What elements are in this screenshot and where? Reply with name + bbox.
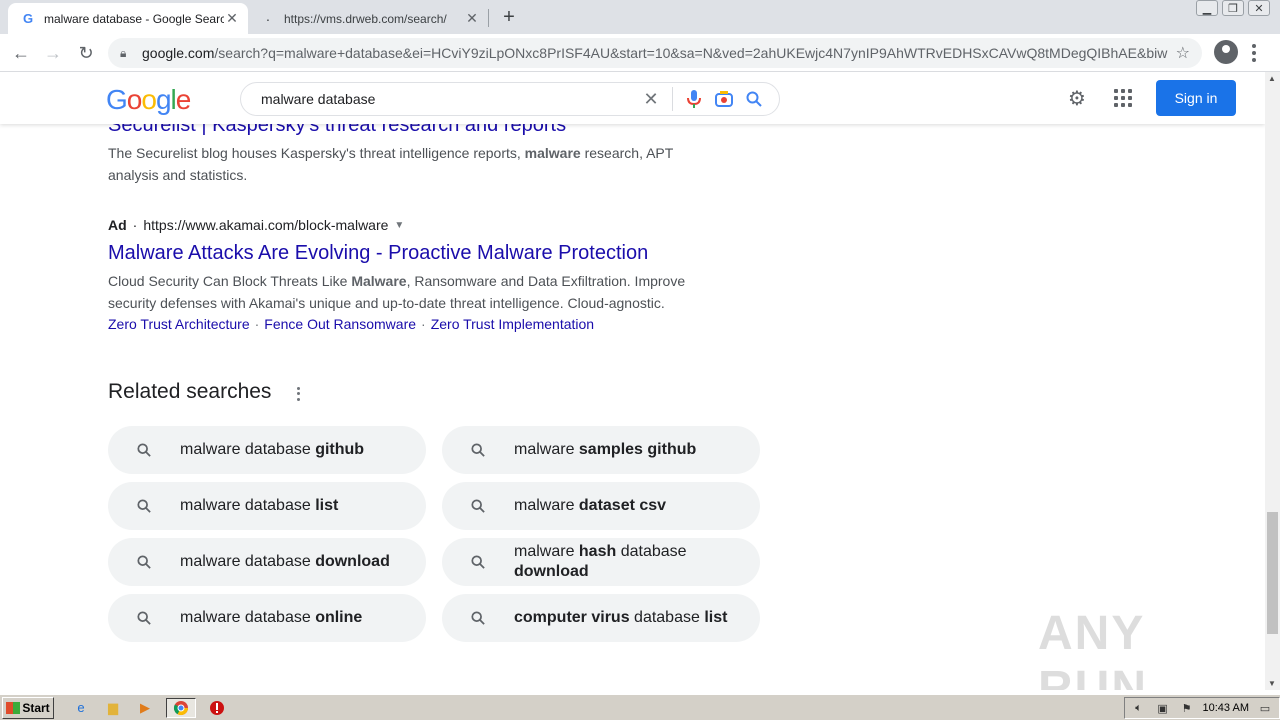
- related-search-label: computer virus database list: [514, 609, 728, 626]
- window-controls: ▁ ❐ ✕: [1196, 0, 1270, 16]
- page-scrollbar[interactable]: ▲ ▼: [1265, 72, 1280, 690]
- forward-button[interactable]: →: [40, 40, 66, 66]
- apps-grid-icon[interactable]: [1114, 89, 1132, 107]
- network-icon[interactable]: ▣: [1155, 701, 1171, 715]
- related-search-chip[interactable]: malware database online: [108, 594, 426, 642]
- search-icon: [108, 611, 180, 625]
- more-options-icon[interactable]: [292, 386, 304, 402]
- related-search-label: malware dataset csv: [514, 497, 667, 514]
- search-icon: [442, 499, 514, 513]
- stop-sign-icon[interactable]: [206, 698, 228, 718]
- caret-down-icon[interactable]: ▼: [394, 220, 404, 231]
- search-input[interactable]: malware database ✕: [240, 82, 780, 116]
- related-search-label: malware samples github: [514, 441, 697, 458]
- profile-avatar-icon[interactable]: [1214, 40, 1238, 64]
- ad-url-line: Ad · https://www.akamai.com/block-malwar…: [108, 217, 404, 233]
- folder-icon[interactable]: ▆: [102, 698, 124, 718]
- microphone-icon[interactable]: [679, 84, 709, 114]
- show-desktop-icon[interactable]: ▭: [1257, 701, 1273, 715]
- search-divider: [672, 87, 673, 111]
- new-tab-button[interactable]: +: [498, 6, 520, 28]
- system-tray: 🔈︎ ▣ ⚑ 10:43 AM ▭: [1123, 697, 1280, 719]
- bookmark-star-icon[interactable]: ☆: [1176, 43, 1190, 63]
- sitelink-fence-out-ransomware[interactable]: Fence Out Ransomware: [264, 316, 416, 332]
- tab-strip: G malware database - Google Search ✕ . h…: [0, 0, 1280, 34]
- result-snippet-securelist: The Securelist blog houses Kaspersky's t…: [108, 145, 674, 183]
- minimize-button[interactable]: ▁: [1196, 0, 1218, 16]
- scrollbar-thumb[interactable]: [1267, 512, 1278, 634]
- gear-icon[interactable]: ⚙: [1066, 87, 1088, 110]
- chrome-icon[interactable]: [166, 697, 196, 718]
- search-icon: [108, 555, 180, 569]
- start-button[interactable]: Start: [2, 696, 54, 719]
- camera-lens-icon[interactable]: [709, 84, 739, 114]
- dot-icon: .: [266, 7, 270, 24]
- clock[interactable]: 10:43 AM: [1203, 702, 1249, 714]
- address-bar[interactable]: 🔒︎ google.com/search?q=malware+database&…: [108, 38, 1202, 68]
- related-search-chip[interactable]: malware dataset csv: [442, 482, 760, 530]
- tab-close-icon[interactable]: ✕: [464, 10, 480, 27]
- related-search-chip[interactable]: malware database list: [108, 482, 426, 530]
- anyrun-watermark: ANY RUN: [1038, 607, 1148, 690]
- back-button[interactable]: ←: [8, 40, 34, 66]
- flag-icon[interactable]: ⚑: [1179, 701, 1195, 715]
- search-icon: [442, 555, 514, 569]
- media-player-icon[interactable]: ▶: [134, 698, 156, 718]
- search-icon: [108, 443, 180, 457]
- ad-sitelinks: Zero Trust Architecture · Fence Out Rans…: [108, 316, 594, 332]
- tab-title: malware database - Google Search: [44, 11, 224, 26]
- ad-separator: ·: [132, 217, 138, 233]
- search-results-page: Google malware database ✕ ⚙ Sign in Secu…: [0, 72, 1265, 690]
- restore-button[interactable]: ❐: [1222, 0, 1244, 16]
- reload-button[interactable]: ↻: [73, 40, 99, 66]
- related-search-label: malware database online: [180, 609, 363, 626]
- related-search-chip[interactable]: malware samples github: [442, 426, 760, 474]
- google-header: Google malware database ✕ ⚙ Sign in: [0, 72, 1265, 124]
- search-icon[interactable]: [739, 84, 769, 114]
- sign-in-button[interactable]: Sign in: [1156, 80, 1236, 116]
- close-window-button[interactable]: ✕: [1248, 0, 1270, 16]
- tab-title: https://vms.drweb.com/search/: [284, 11, 447, 26]
- google-logo[interactable]: Google: [106, 84, 191, 116]
- sitelink-zero-trust-implementation[interactable]: Zero Trust Implementation: [431, 316, 594, 332]
- search-icon: [442, 611, 514, 625]
- google-g-icon: G: [22, 11, 34, 26]
- scroll-down-arrow-icon[interactable]: ▼: [1268, 679, 1276, 688]
- related-search-chip[interactable]: malware database download: [108, 538, 426, 586]
- windows-logo-icon: [6, 701, 21, 714]
- sitelink-separator: ·: [421, 316, 426, 332]
- ad-snippet: Cloud Security Can Block Threats Like Ma…: [108, 273, 686, 311]
- lock-icon: 🔒︎: [120, 45, 127, 60]
- ad-url[interactable]: https://www.akamai.com/block-malware: [143, 217, 388, 233]
- search-icon: [108, 499, 180, 513]
- sitelink-zero-trust-architecture[interactable]: Zero Trust Architecture: [108, 316, 250, 332]
- url-text: google.com/search?q=malware+database&ei=…: [142, 45, 1168, 61]
- search-icon: [442, 443, 514, 457]
- sitelink-separator: ·: [254, 316, 260, 332]
- clear-icon[interactable]: ✕: [636, 84, 666, 114]
- related-search-chip[interactable]: computer virus database list: [442, 594, 760, 642]
- ad-title-link[interactable]: Malware Attacks Are Evolving - Proactive…: [108, 242, 648, 265]
- windows-taskbar: Start e ▆ ▶ 🔈︎ ▣ ⚑ 10:43 AM ▭: [0, 694, 1280, 720]
- scroll-up-arrow-icon[interactable]: ▲: [1268, 74, 1276, 83]
- volume-icon[interactable]: 🔈︎: [1131, 701, 1147, 715]
- search-query[interactable]: malware database: [261, 91, 636, 107]
- related-search-label: malware database list: [180, 497, 339, 514]
- browser-toolbar: ← → ↻ 🔒︎ google.com/search?q=malware+dat…: [0, 34, 1280, 72]
- related-search-label: malware database github: [180, 441, 365, 458]
- internet-explorer-icon[interactable]: e: [70, 698, 92, 718]
- browser-menu-icon[interactable]: [1246, 42, 1262, 64]
- ad-label: Ad: [108, 217, 127, 233]
- tab-google-search[interactable]: G malware database - Google Search ✕: [8, 3, 248, 34]
- related-search-chip[interactable]: malware database github: [108, 426, 426, 474]
- related-searches-heading: Related searches: [108, 380, 272, 403]
- tab-close-icon[interactable]: ✕: [224, 10, 240, 27]
- tab-divider: [488, 9, 489, 27]
- tab-drweb[interactable]: . https://vms.drweb.com/search/ ✕: [248, 3, 488, 34]
- related-search-chip[interactable]: malware hash database download: [442, 538, 760, 586]
- related-search-label: malware hash database download: [514, 543, 687, 580]
- related-search-label: malware database download: [180, 553, 390, 570]
